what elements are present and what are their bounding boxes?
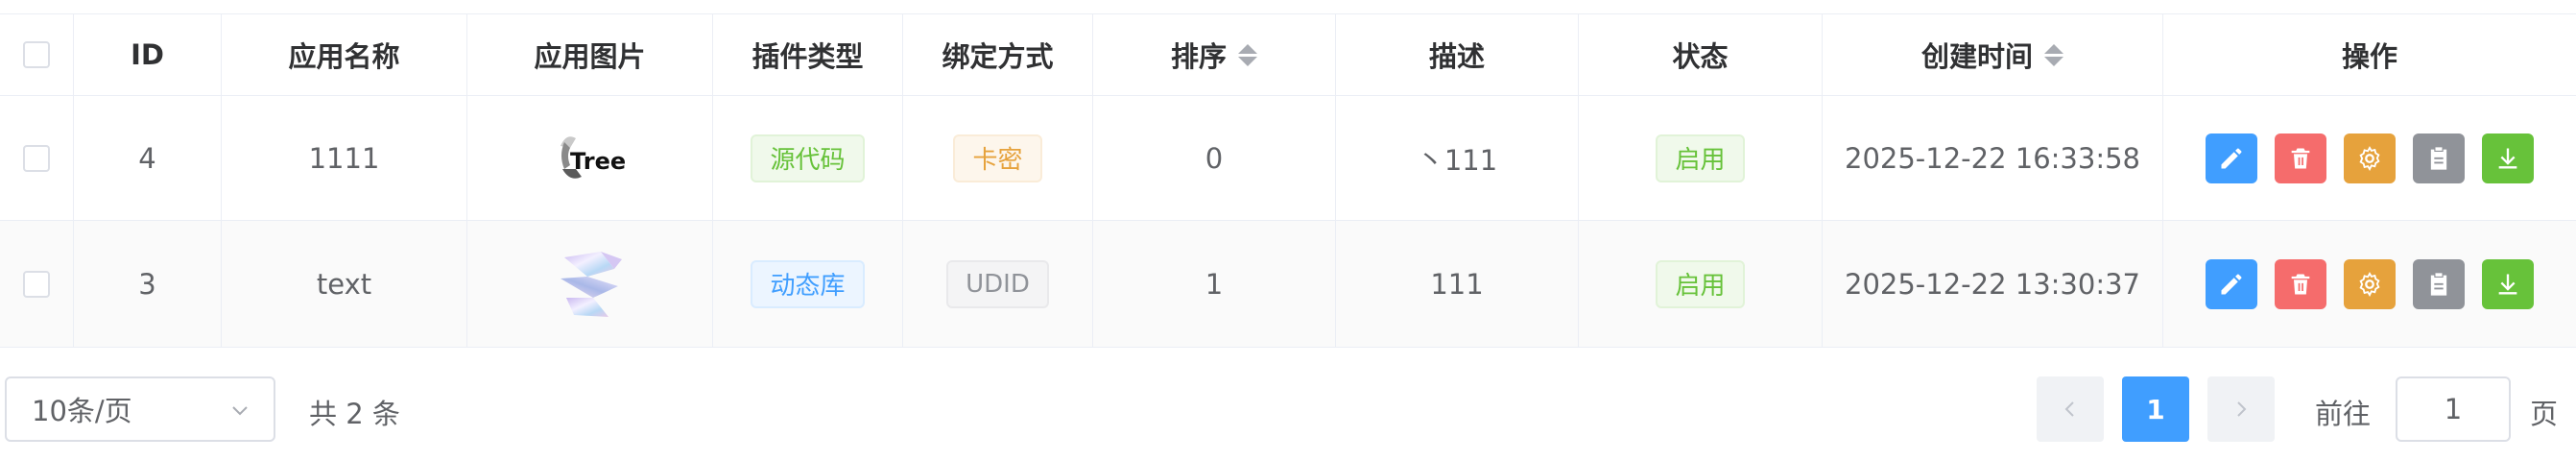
cell-name: 1111 bbox=[222, 96, 467, 220]
settings-button[interactable] bbox=[2344, 258, 2396, 309]
cell-actions bbox=[2163, 221, 2576, 347]
cell-actions bbox=[2163, 96, 2576, 220]
page-size-value: 10条/页 bbox=[32, 395, 132, 427]
header-select-cell bbox=[0, 14, 74, 95]
header-actions: 操作 bbox=[2341, 40, 2397, 73]
select-all-checkbox[interactable] bbox=[23, 41, 50, 68]
gear-icon bbox=[2359, 145, 2380, 171]
settings-button[interactable] bbox=[2344, 133, 2396, 183]
apps-table: ID 应用名称 应用图片 插件类型 绑定方式 排序 描述 状态 创建时间 操作 … bbox=[0, 0, 2576, 348]
page-size-select[interactable]: 10条/页 bbox=[5, 376, 275, 442]
cell-status: 启用 bbox=[1579, 221, 1823, 347]
page-number-button[interactable]: 1 bbox=[2122, 376, 2189, 442]
plugin-type-tag: 源代码 bbox=[751, 133, 865, 182]
delete-button[interactable] bbox=[2275, 258, 2326, 309]
header-plugin-type: 插件类型 bbox=[713, 14, 903, 95]
cell-desc: 111 bbox=[1336, 221, 1579, 347]
bind-mode-tag: 卡密 bbox=[953, 133, 1042, 182]
svg-text:TreePay: TreePay bbox=[570, 148, 628, 175]
table-row: 3 text 动态库 UDID 1 111 启用 2025-12-22 13:3… bbox=[0, 221, 2576, 348]
header-desc: 描述 bbox=[1336, 14, 1579, 95]
edit-button[interactable] bbox=[2206, 258, 2257, 309]
cell-image: TreePay bbox=[467, 96, 713, 220]
header-sort[interactable]: 排序 bbox=[1093, 14, 1336, 95]
row-checkbox[interactable] bbox=[23, 270, 50, 298]
clipboard-icon bbox=[2430, 146, 2447, 170]
table-header: ID 应用名称 应用图片 插件类型 绑定方式 排序 描述 状态 创建时间 操作 bbox=[0, 13, 2576, 96]
sort-caret-icon[interactable] bbox=[1238, 43, 1257, 66]
row-select-cell bbox=[0, 96, 74, 220]
download-button[interactable] bbox=[2482, 133, 2534, 183]
cell-bind-mode: UDID bbox=[903, 221, 1093, 347]
total-count: 共 2 条 bbox=[309, 398, 400, 430]
cell-bind-mode: 卡密 bbox=[903, 96, 1093, 220]
cell-desc: 丶111 bbox=[1336, 96, 1579, 220]
goto-page-input[interactable]: 1 bbox=[2396, 376, 2511, 442]
cell-sort: 1 bbox=[1093, 221, 1336, 347]
chevron-right-icon bbox=[2237, 401, 2247, 417]
row-checkbox[interactable] bbox=[23, 144, 50, 172]
pencil-icon bbox=[2221, 148, 2242, 168]
goto-suffix: 页 bbox=[2530, 398, 2559, 430]
next-page-button[interactable] bbox=[2207, 376, 2275, 442]
goto-label: 前往 bbox=[2315, 398, 2372, 430]
clipboard-icon bbox=[2430, 272, 2447, 296]
download-icon bbox=[2498, 274, 2517, 294]
header-sort-label: 排序 bbox=[1170, 40, 1227, 73]
cell-id: 3 bbox=[74, 221, 222, 347]
cell-name: text bbox=[222, 221, 467, 347]
status-badge: 启用 bbox=[1656, 259, 1745, 308]
cell-sort: 0 bbox=[1093, 96, 1336, 220]
trash-icon bbox=[2291, 148, 2310, 168]
header-image: 应用图片 bbox=[467, 14, 713, 95]
header-created[interactable]: 创建时间 bbox=[1823, 14, 2163, 95]
edit-button[interactable] bbox=[2206, 133, 2257, 183]
row-select-cell bbox=[0, 221, 74, 347]
chevron-down-icon bbox=[232, 406, 248, 416]
header-bind-mode: 绑定方式 bbox=[903, 14, 1093, 95]
cell-plugin-type: 源代码 bbox=[713, 96, 903, 220]
delete-button[interactable] bbox=[2275, 133, 2326, 183]
download-icon bbox=[2498, 148, 2517, 168]
plugin-type-tag: 动态库 bbox=[751, 259, 865, 308]
copy-button[interactable] bbox=[2413, 133, 2465, 183]
header-created-label: 创建时间 bbox=[1920, 40, 2033, 73]
cell-image bbox=[467, 221, 713, 347]
cell-created: 2025-12-22 13:30:37 bbox=[1823, 221, 2163, 347]
header-status: 状态 bbox=[1579, 14, 1823, 95]
download-button[interactable] bbox=[2482, 258, 2534, 309]
prev-page-button[interactable] bbox=[2037, 376, 2104, 442]
copy-button[interactable] bbox=[2413, 258, 2465, 309]
sort-caret-icon[interactable] bbox=[2044, 43, 2063, 66]
cell-id: 4 bbox=[74, 96, 222, 220]
trash-icon bbox=[2291, 274, 2310, 294]
gear-icon bbox=[2359, 271, 2380, 297]
header-id: ID bbox=[74, 14, 222, 95]
pencil-icon bbox=[2221, 274, 2242, 294]
header-name: 应用名称 bbox=[222, 14, 467, 95]
status-badge: 启用 bbox=[1656, 133, 1745, 182]
cell-status: 启用 bbox=[1579, 96, 1823, 220]
pagination: 10条/页 共 2 条 1 前往 1 页 bbox=[0, 348, 2576, 461]
table-row: 4 1111 TreePay 源代码 卡密 0 丶111 启用 2025-12-… bbox=[0, 96, 2576, 221]
bind-mode-tag: UDID bbox=[946, 259, 1049, 308]
cell-plugin-type: 动态库 bbox=[713, 221, 903, 347]
chevron-left-icon bbox=[2064, 401, 2074, 417]
treepay-logo-icon: TreePay bbox=[553, 127, 628, 190]
cell-created: 2025-12-22 16:33:58 bbox=[1823, 96, 2163, 220]
holographic-shard-icon bbox=[560, 251, 622, 317]
